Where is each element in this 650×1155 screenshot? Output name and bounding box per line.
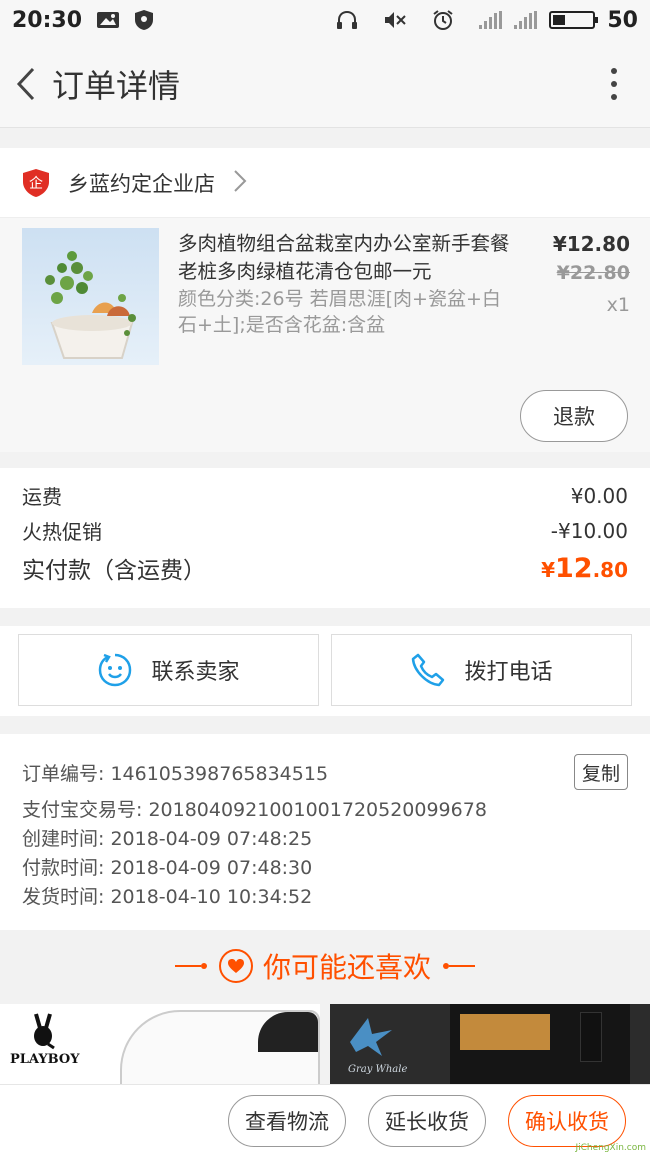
refund-button[interactable]: 退款 (520, 390, 628, 442)
product-quantity: x1 (606, 294, 630, 316)
brand-label: PLAYBOY (10, 1052, 80, 1067)
promo-label: 火热促销 (22, 520, 102, 544)
divider-right (443, 963, 475, 969)
shipping-label: 运费 (22, 485, 62, 509)
alipay-trade-number: 支付宝交易号: 2018040921001001720520099678 (22, 799, 487, 821)
battery-icon (549, 11, 599, 29)
product-price: ¥12.80 (552, 232, 630, 256)
contact-bar: 联系卖家 拨打电话 (0, 626, 650, 716)
shop-badge-text: 企 (29, 175, 43, 192)
total-dec: .80 (592, 557, 628, 582)
phone-icon (410, 652, 446, 688)
promo-value: -¥10.00 (550, 518, 628, 543)
product-image (450, 1004, 630, 1084)
brand-label: Gray Whale (348, 1064, 408, 1075)
mute-icon (383, 10, 407, 30)
image-icon (96, 10, 120, 30)
contact-seller-button[interactable]: 联系卖家 (18, 634, 319, 706)
copy-button[interactable]: 复制 (574, 754, 628, 790)
chat-smile-icon (97, 652, 133, 688)
status-bar: 20:30 50 (0, 0, 650, 40)
page-title: 订单详情 (52, 66, 181, 105)
app-bar: 订单详情 (0, 40, 650, 128)
chevron-left-icon[interactable] (6, 63, 48, 105)
shop-name[interactable]: 乡蓝约定企业店 (68, 168, 215, 198)
status-time: 20:30 (12, 7, 83, 33)
contact-seller-label: 联系卖家 (151, 660, 240, 685)
shop-row[interactable]: 企 乡蓝约定企业店 (0, 148, 650, 218)
battery-level: 50 (607, 7, 638, 33)
order-info: 订单编号: 146105398765834515 支付宝交易号: 2018040… (0, 734, 650, 930)
heart-icon (218, 949, 253, 983)
shipped-time: 发货时间: 2018-04-10 10:34:52 (22, 886, 313, 908)
signal-icon (479, 11, 503, 29)
alarm-icon (431, 10, 455, 30)
promo-row: 火热促销 -¥10.00 (22, 513, 628, 548)
total-label: 实付款（含运费） (22, 558, 206, 584)
chevron-right-icon (233, 169, 247, 197)
shoe-image (120, 1010, 320, 1084)
order-number: 订单编号: 146105398765834515 (22, 763, 329, 785)
shipping-row: 运费 ¥0.00 (22, 478, 628, 513)
paid-time: 付款时间: 2018-04-09 07:48:30 (22, 857, 313, 879)
total-row: 实付款（含运费） ¥12.80 (22, 548, 628, 588)
watermark: JiChengXin.com (575, 1143, 646, 1153)
bottom-action-bar: 查看物流 延长收货 确认收货 JiChengXin.com (0, 1084, 650, 1155)
total-symbol: ¥ (541, 557, 555, 582)
confirm-receipt-button[interactable]: 确认收货 (508, 1095, 626, 1147)
call-phone-button[interactable]: 拨打电话 (331, 634, 632, 706)
product-original-price: ¥22.80 (556, 262, 630, 284)
recommend-header: 你可能还喜欢 (0, 930, 650, 1002)
enterprise-shop-icon: 企 (22, 168, 50, 198)
headset-icon (335, 10, 359, 30)
call-phone-label: 拨打电话 (464, 660, 553, 685)
created-time: 创建时间: 2018-04-09 07:48:25 (22, 828, 313, 850)
whale-logo-icon (346, 1012, 396, 1062)
bunny-logo-icon (28, 1012, 58, 1054)
extend-receipt-button[interactable]: 延长收货 (368, 1095, 486, 1147)
fee-summary: 运费 ¥0.00 火热促销 -¥10.00 实付款（含运费） ¥12.80 (0, 468, 650, 608)
signal-4g-icon (514, 11, 538, 29)
product-image[interactable] (22, 228, 159, 365)
view-logistics-button[interactable]: 查看物流 (228, 1095, 346, 1147)
shield-icon (132, 10, 156, 30)
more-vertical-icon[interactable] (604, 64, 624, 104)
total-int: 12 (554, 552, 593, 584)
shipping-value: ¥0.00 (570, 483, 628, 508)
product-spec: 颜色分类:26号 若眉思涯[肉+瓷盆+白石+土];是否含花盆:含盆 (178, 288, 501, 336)
recommend-item[interactable]: Gray Whale (330, 1004, 650, 1084)
recommend-title: 你可能还喜欢 (262, 951, 431, 984)
divider-left (174, 963, 207, 969)
product-title[interactable]: 多肉植物组合盆栽室内办公室新手套餐老桩多肉绿植花清仓包邮一元 (178, 230, 518, 286)
recommend-item[interactable]: PLAYBOY (0, 1004, 320, 1084)
product-item[interactable]: 多肉植物组合盆栽室内办公室新手套餐老桩多肉绿植花清仓包邮一元 颜色分类:26号 … (0, 218, 650, 452)
total-amount: ¥12.80 (541, 553, 628, 584)
